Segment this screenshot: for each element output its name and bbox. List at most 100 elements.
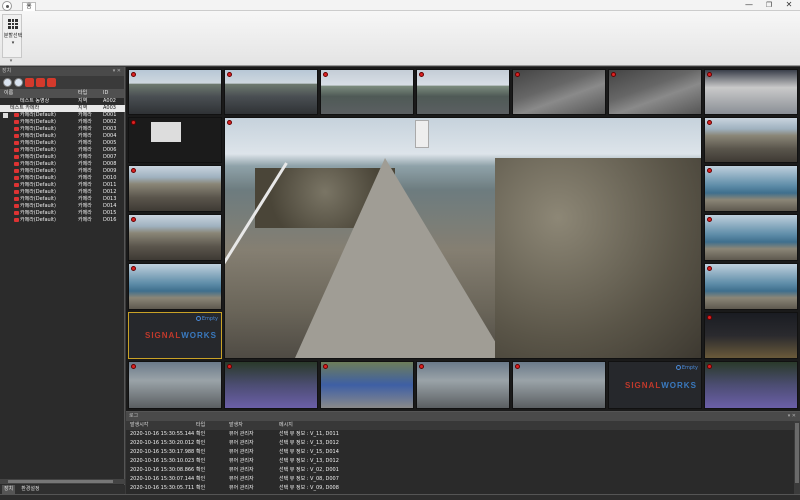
log-time-cell: 2020-10-16 15:30:17.988 [130, 449, 195, 455]
device-tree-camera-row[interactable]: 카메라(Default) 카메라 D006 [0, 147, 125, 154]
log-message-cell: 선택 뷰 정보 : V_02, D001 [279, 467, 339, 473]
video-tile[interactable] [512, 69, 606, 115]
event-log-row[interactable]: 2020-10-16 15:30:07.144 확인 뷰어 관리자 선택 뷰 정보 :… [126, 475, 800, 484]
log-time-cell: 2020-10-16 15:30:55.144 [130, 431, 195, 437]
video-tile[interactable] [608, 69, 702, 115]
camera-icon [14, 162, 19, 166]
device-type-cell: 카메라 [78, 196, 92, 202]
close-button[interactable]: ✕ [780, 0, 798, 11]
layout-select-label: 분할선택 [3, 33, 23, 39]
video-tile[interactable] [128, 165, 222, 212]
event-log-row[interactable]: 2020-10-16 15:30:05.711 확인 뷰어 관리자 선택 뷰 정보 :… [126, 484, 800, 493]
tree-expander-icon[interactable] [3, 113, 8, 118]
device-tree-camera-row[interactable]: 카메라(Default) 카메라 D001 [0, 112, 125, 119]
main-video-tile[interactable] [224, 117, 702, 359]
device-name-cell: 카메라(Default) [20, 161, 56, 167]
video-tile[interactable] [704, 69, 798, 115]
device-type-cell: 카메라 [78, 189, 92, 195]
device-type-cell: 지역 [78, 98, 88, 104]
column-message[interactable]: 메시지 [279, 421, 479, 430]
video-tile[interactable] [704, 214, 798, 261]
empty-video-tile[interactable]: Empty SIGNALWORKS [128, 312, 222, 359]
minimize-button[interactable]: — [740, 0, 758, 11]
event-log-row[interactable]: 2020-10-16 15:30:20.012 확인 뷰어 관리자 선택 뷰 정보 :… [126, 439, 800, 448]
video-tile[interactable] [704, 263, 798, 310]
device-id-cell: D009 [103, 168, 117, 174]
tab-devices[interactable]: 장치 [2, 485, 16, 494]
device-type-cell: 카메라 [78, 126, 92, 132]
video-tile[interactable] [128, 214, 222, 261]
horizontal-scrollbar[interactable] [0, 479, 125, 484]
device-tree-camera-row[interactable]: 카메라(Default) 카메라 D010 [0, 175, 125, 182]
device-tree-camera-row[interactable]: 카메라(Default) 카메라 D003 [0, 126, 125, 133]
device-tree-camera-row[interactable]: 카메라(Default) 카메라 D007 [0, 154, 125, 161]
column-time[interactable]: 발생시각 [126, 421, 196, 430]
video-tile[interactable] [320, 361, 414, 409]
empty-icon [195, 316, 201, 321]
event-log-row[interactable]: 2020-10-16 15:30:10.023 확인 뷰어 관리자 선택 뷰 정보 :… [126, 457, 800, 466]
tab-home[interactable]: 홈 [22, 2, 36, 11]
device-tree-camera-row[interactable]: 카메라(Default) 카메라 D002 [0, 119, 125, 126]
column-source[interactable]: 발생자 [229, 421, 279, 430]
device-tree-camera-row[interactable]: 카메라(Default) 카메라 D012 [0, 189, 125, 196]
video-tile[interactable] [416, 361, 510, 409]
panel-controls[interactable]: ▾ ✕ [788, 412, 796, 421]
column-name[interactable]: 이름 [0, 89, 78, 98]
empty-video-tile[interactable]: Empty SIGNALWORKS [608, 361, 702, 409]
video-tile[interactable] [704, 165, 798, 212]
stop-icon[interactable] [47, 78, 56, 87]
camera-icon [14, 120, 19, 124]
app-menu-icon[interactable] [2, 1, 12, 11]
device-name-cell: 카메라(Default) [20, 217, 56, 223]
column-id[interactable]: ID [103, 89, 108, 98]
vertical-scrollbar[interactable] [794, 421, 800, 495]
device-tree-camera-row[interactable]: 카메라(Default) 카메라 D011 [0, 182, 125, 189]
device-tree-group-row[interactable]: 테스트 카메라 지역 A003 [0, 105, 125, 112]
video-tile[interactable] [224, 69, 318, 115]
video-tile[interactable] [512, 361, 606, 409]
record-icon[interactable] [25, 78, 34, 87]
event-log-row[interactable]: 2020-10-16 15:30:55.144 확인 뷰어 관리자 선택 뷰 정보 :… [126, 430, 800, 439]
record-indicator-icon [131, 72, 136, 77]
column-type[interactable]: 타입 [78, 89, 103, 98]
video-tile[interactable] [128, 263, 222, 310]
event-log-row[interactable]: 2020-10-16 15:30:08.866 확인 뷰어 관리자 선택 뷰 정보 :… [126, 466, 800, 475]
video-tile[interactable] [128, 361, 222, 409]
video-tile[interactable] [704, 312, 798, 359]
empty-label: Empty [201, 316, 218, 322]
tab-settings[interactable]: 환경설정 [21, 485, 39, 494]
camera-remove-icon[interactable] [14, 78, 23, 87]
device-tree-camera-row[interactable]: 카메라(Default) 카메라 D008 [0, 161, 125, 168]
log-message-cell: 선택 뷰 정보 : V_13, D012 [279, 458, 339, 464]
video-tile[interactable] [320, 69, 414, 115]
device-id-cell: D005 [103, 140, 117, 146]
scrollbar-thumb[interactable] [795, 423, 799, 483]
video-tile[interactable] [704, 361, 798, 409]
scrollbar-thumb[interactable] [8, 480, 113, 483]
device-tree-camera-row[interactable]: 카메라(Default) 카메라 D005 [0, 140, 125, 147]
column-type[interactable]: 타입 [196, 421, 229, 430]
log-source-cell: 뷰어 관리자 [229, 449, 254, 455]
panel-controls[interactable]: ▾ ✕ [113, 67, 121, 76]
device-tree-camera-row[interactable]: 카메라(Default) 카메라 D016 [0, 217, 125, 224]
event-log-row[interactable]: 2020-10-16 15:30:17.988 확인 뷰어 관리자 선택 뷰 정보 :… [126, 448, 800, 457]
maximize-button[interactable]: ❐ [760, 0, 778, 11]
video-tile[interactable] [128, 69, 222, 115]
device-tree-camera-row[interactable]: 카메라(Default) 카메라 D015 [0, 210, 125, 217]
device-tree-camera-row[interactable]: 카메라(Default) 카메라 D014 [0, 203, 125, 210]
device-tree-camera-row[interactable]: 카메라(Default) 카메라 D004 [0, 133, 125, 140]
camera-icon [14, 155, 19, 159]
device-tree-camera-row[interactable]: 카메라(Default) 카메라 D013 [0, 196, 125, 203]
camera-add-icon[interactable] [3, 78, 12, 87]
video-tile[interactable] [704, 117, 798, 163]
alarm-icon[interactable] [36, 78, 45, 87]
video-tile[interactable] [224, 361, 318, 409]
layout-select-button[interactable]: 분할선택 ▾ [2, 14, 22, 58]
video-tile[interactable] [416, 69, 510, 115]
device-tree-camera-row[interactable]: 카메라(Default) 카메라 D009 [0, 168, 125, 175]
ribbon-expand-icon[interactable]: ▾ [7, 58, 15, 64]
video-tile[interactable] [128, 117, 222, 163]
device-id-cell: A003 [103, 105, 116, 111]
device-tree-group-row[interactable]: 테스트 동영상 지역 A002 [0, 98, 125, 105]
record-indicator-icon [611, 72, 616, 77]
